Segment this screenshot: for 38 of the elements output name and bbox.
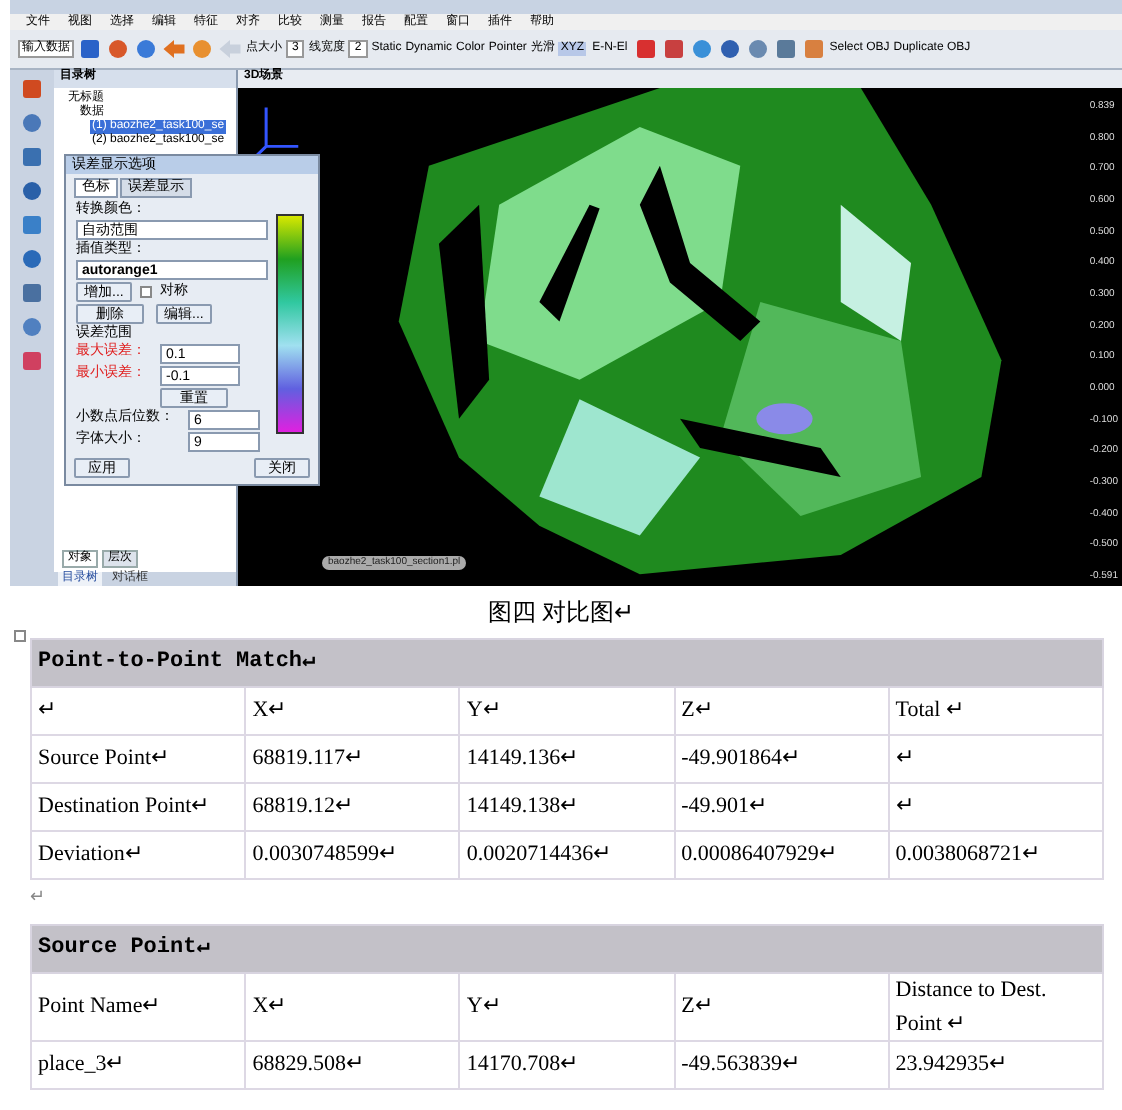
column-header: Point Name↵: [31, 973, 246, 1041]
column-header: Y↵: [459, 973, 675, 1041]
column-header: X↵: [245, 973, 460, 1041]
figure-caption: 图四 对比图↵: [487, 596, 635, 630]
table-cell: 0.0038068721↵: [888, 831, 1103, 879]
table-cell: 14170.708↵: [459, 1041, 675, 1089]
table-cell: 23.942935↵: [888, 1041, 1103, 1089]
document-icon[interactable]: [78, 38, 102, 60]
table-cell: 0.0020714436↵: [459, 831, 675, 879]
table-cell: ↵: [888, 783, 1103, 831]
table-cell: Source Point↵: [31, 735, 246, 783]
symmetric-checkbox[interactable]: [139, 286, 152, 298]
table-cell: 14149.138↵: [459, 783, 675, 831]
table-cell: 68829.508↵: [245, 1041, 460, 1089]
table-title: Point-to-Point Match↵: [31, 639, 1103, 687]
column-header: Total ↵: [888, 687, 1103, 735]
table-title: Source Point↵: [31, 925, 1103, 973]
column-header: X↵: [245, 687, 460, 735]
column-header: Distance to Dest. Point ↵: [888, 973, 1103, 1041]
table-cell: 68819.12↵: [245, 783, 460, 831]
table-cell: Destination Point↵: [31, 783, 246, 831]
table-cell: place_3↵: [31, 1041, 246, 1089]
column-header: Z↵: [674, 973, 889, 1041]
arrow-icon[interactable]: [162, 38, 186, 60]
table-cell: 68819.117↵: [245, 735, 460, 783]
table-cell: -49.901864↵: [674, 735, 889, 783]
column-header: Y↵: [459, 687, 675, 735]
table-handle-icon[interactable]: [14, 630, 26, 642]
column-header: ↵: [31, 687, 246, 735]
table-cell: -49.901↵: [674, 783, 889, 831]
table-cell: 0.00086407929↵: [674, 831, 889, 879]
table-cell: Deviation↵: [31, 831, 246, 879]
table-cell: 14149.136↵: [459, 735, 675, 783]
table-cell: ↵: [888, 735, 1103, 783]
table-cell: 0.0030748599↵: [245, 831, 460, 879]
paragraph-mark: ↵: [30, 884, 46, 910]
table-cell: -49.563839↵: [674, 1041, 889, 1089]
column-header: Z↵: [674, 687, 889, 735]
